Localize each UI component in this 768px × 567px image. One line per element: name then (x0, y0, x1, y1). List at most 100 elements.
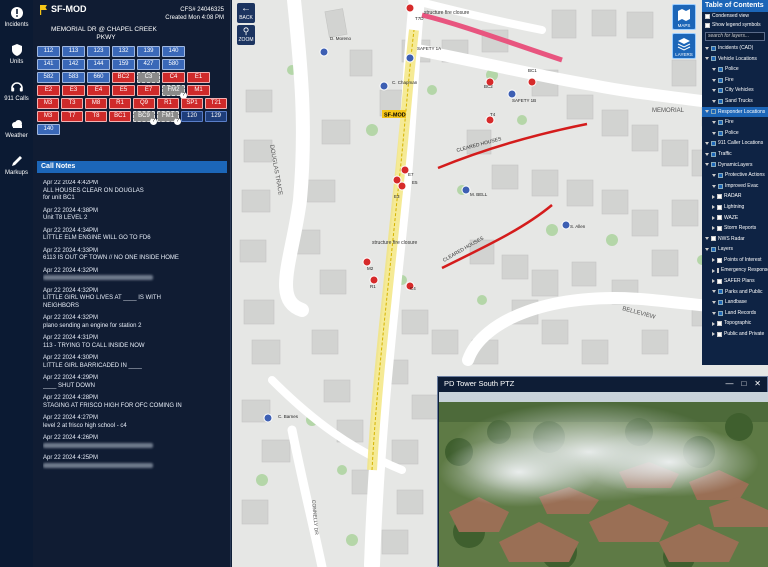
unit-marker-dot[interactable] (507, 89, 517, 99)
unit-chip[interactable]: 123 (87, 46, 110, 57)
expand-icon[interactable] (712, 332, 715, 337)
unit-marker-dot[interactable] (485, 115, 495, 125)
nav-incidents[interactable]: Incidents (0, 0, 33, 37)
checkbox[interactable] (718, 98, 723, 104)
checkbox[interactable] (705, 14, 710, 19)
checkbox[interactable] (718, 310, 723, 316)
layer-item[interactable]: Incidents (CAD) (702, 43, 768, 54)
expand-icon[interactable] (705, 237, 709, 241)
layer-item[interactable]: Traffic (702, 149, 768, 160)
close-icon[interactable]: ✕ (754, 377, 761, 391)
expand-icon[interactable] (712, 99, 716, 103)
minimize-icon[interactable]: — (725, 377, 733, 391)
unit-chip[interactable]: FM2? (162, 85, 187, 99)
unit-chip[interactable]: E1 (187, 72, 210, 83)
layer-search-input[interactable]: search for layers... (705, 32, 765, 41)
unit-marker[interactable]: C4 (405, 281, 416, 291)
legend-toggle[interactable]: Show legend symbols (702, 21, 768, 30)
layer-item[interactable]: Public and Private (702, 329, 768, 340)
layer-item[interactable]: Fire (702, 75, 768, 86)
expand-icon[interactable] (712, 321, 715, 326)
unit-chip[interactable]: SP1 (181, 98, 203, 109)
unit-marker[interactable]: D. Moreno (319, 36, 352, 57)
expand-icon[interactable] (712, 78, 716, 82)
expand-icon[interactable] (705, 142, 709, 146)
expand-icon[interactable] (705, 46, 709, 50)
checkbox[interactable] (718, 183, 723, 189)
layer-item[interactable]: Improved Evac (702, 181, 768, 192)
expand-icon[interactable] (712, 268, 715, 273)
expand-icon[interactable] (712, 67, 716, 71)
unit-chip[interactable]: 159 (112, 59, 135, 70)
unit-marker-dot[interactable] (379, 81, 389, 91)
unit-marker[interactable]: T4 (485, 112, 496, 125)
unit-chip[interactable]: M3 (37, 98, 59, 109)
unit-marker[interactable]: BC2 (484, 77, 495, 89)
unit-chip[interactable]: E4 (87, 85, 110, 96)
layer-item[interactable]: Sand Trucks (702, 96, 768, 107)
checkbox[interactable] (717, 331, 722, 337)
expand-icon[interactable] (712, 89, 716, 93)
unit-chip[interactable]: 660 (87, 72, 110, 83)
layer-item[interactable]: DynamicLayers (702, 160, 768, 171)
unit-marker-dot[interactable] (405, 3, 415, 13)
layer-item[interactable]: Storm Reports (702, 223, 768, 234)
back-button[interactable]: ← BACK (237, 3, 255, 23)
expand-icon[interactable] (705, 248, 709, 252)
expand-icon[interactable] (712, 173, 716, 177)
expand-icon[interactable] (712, 120, 716, 124)
unit-chip[interactable]: 142 (62, 59, 85, 70)
checkbox[interactable] (711, 56, 716, 62)
layer-item[interactable]: Police (702, 64, 768, 75)
unit-chip[interactable]: 580 (162, 59, 185, 70)
layer-item[interactable]: 911 Caller Locations (702, 138, 768, 149)
unit-chip[interactable]: M3 (37, 111, 59, 122)
expand-icon[interactable] (712, 184, 716, 188)
checkbox[interactable] (718, 88, 723, 94)
unit-chip[interactable]: 427 (137, 59, 160, 70)
unit-chip[interactable]: T8 (85, 111, 107, 122)
unit-chip[interactable]: Q9 (133, 98, 155, 109)
expand-icon[interactable] (712, 131, 716, 135)
unit-chip[interactable]: 112 (37, 46, 60, 57)
checkbox[interactable] (718, 66, 723, 72)
unit-chip[interactable]: T21 (205, 98, 227, 109)
expand-icon[interactable] (705, 57, 709, 61)
unit-marker[interactable]: M2 (362, 257, 374, 271)
camera-feed[interactable] (439, 392, 768, 567)
unit-chip[interactable]: 583 (62, 72, 85, 83)
checkbox[interactable] (711, 45, 716, 51)
unit-marker[interactable]: S. Allen (561, 220, 586, 230)
unit-chip[interactable]: E7 (137, 85, 160, 96)
expand-icon[interactable] (705, 152, 709, 156)
unit-chip[interactable]: 141 (37, 59, 60, 70)
layer-item[interactable]: Fire (702, 117, 768, 128)
unit-chip[interactable]: M1 (187, 85, 210, 96)
expand-icon[interactable] (712, 311, 716, 315)
unit-marker-dot[interactable] (392, 175, 402, 185)
checkbox[interactable] (718, 300, 723, 306)
unit-marker-dot[interactable] (369, 275, 379, 285)
checkbox[interactable] (717, 225, 722, 231)
unit-marker[interactable]: R1 (369, 275, 379, 289)
layer-item[interactable]: Lightning (702, 202, 768, 213)
unit-chip[interactable]: 139 (137, 46, 160, 57)
layer-item[interactable]: Emergency Response (702, 265, 768, 276)
expand-icon[interactable] (712, 215, 715, 220)
expand-icon[interactable] (705, 110, 709, 114)
expand-icon[interactable] (712, 301, 716, 305)
unit-chip[interactable]: 140 (162, 46, 185, 57)
layer-item[interactable]: Points of Interest (702, 255, 768, 266)
expand-icon[interactable] (712, 205, 715, 210)
unit-marker-dot[interactable] (405, 53, 415, 63)
unit-chip[interactable]: 582 (37, 72, 60, 83)
checkbox[interactable] (711, 247, 716, 253)
layer-item[interactable]: Parks and Public (702, 287, 768, 298)
checkbox[interactable] (711, 151, 716, 157)
expand-icon[interactable] (712, 258, 715, 263)
layer-item[interactable]: Responder Locations (702, 106, 768, 118)
layers-button[interactable]: LAYERS (672, 33, 696, 59)
checkbox[interactable] (717, 321, 722, 327)
checkbox[interactable] (718, 289, 723, 295)
zoom-button[interactable]: ⚲ ZOOM (237, 25, 255, 45)
